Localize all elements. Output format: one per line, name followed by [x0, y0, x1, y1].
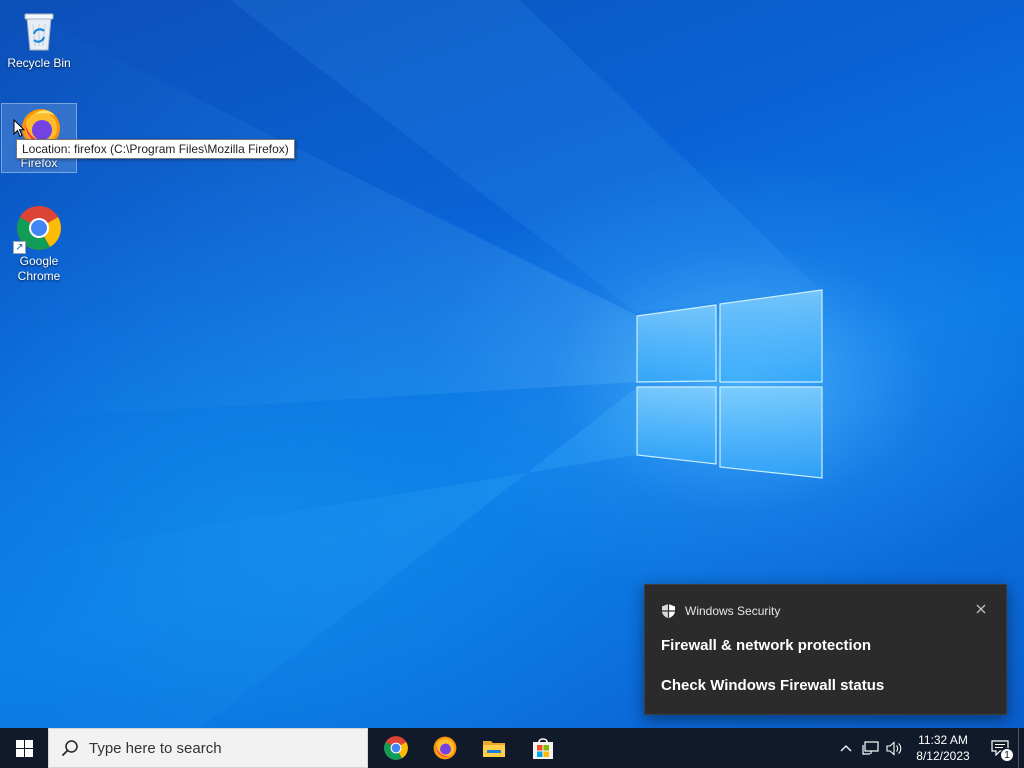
mouse-cursor-icon: [13, 119, 25, 138]
notification-header: Windows Security: [661, 603, 780, 619]
firefox-location-tooltip: Location: firefox (C:\Program Files\Mozi…: [16, 139, 295, 159]
taskbar-store-button[interactable]: [519, 728, 567, 768]
system-tray: 11:32 AM 8/12/2023 1: [834, 728, 1024, 768]
chrome-icon: [384, 736, 408, 760]
desktop-icon-recycle-bin[interactable]: Recycle Bin: [2, 6, 76, 71]
taskbar-search-box[interactable]: Type here to search: [48, 728, 368, 768]
notification-title: Firewall & network protection: [661, 637, 872, 654]
desktop-icon-label: Google Chrome: [17, 254, 61, 283]
taskbar-file-explorer-button[interactable]: [470, 728, 518, 768]
show-desktop-button[interactable]: [1018, 728, 1024, 768]
notification-count-badge: 1: [1000, 748, 1014, 762]
taskbar-pinned-apps: [371, 728, 567, 768]
network-icon: [861, 740, 879, 755]
windows-start-icon: [15, 739, 33, 757]
chrome-icon: ↗: [13, 204, 63, 254]
desktop-icon-label: Recycle Bin: [7, 56, 71, 70]
start-button[interactable]: [0, 728, 48, 768]
recycle-bin-icon: [15, 6, 63, 54]
chevron-up-icon: [840, 745, 852, 752]
shortcut-arrow-icon: ↗: [13, 241, 26, 254]
show-hidden-icons-button[interactable]: [834, 728, 858, 768]
notification-app-name: Windows Security: [685, 604, 781, 618]
shield-icon: [662, 604, 675, 619]
close-icon: [976, 604, 986, 614]
notification-close-button[interactable]: [974, 602, 988, 616]
clock-time: 11:32 AM: [918, 733, 968, 747]
search-placeholder: Type here to search: [89, 739, 222, 757]
windows-security-notification[interactable]: Windows Security Firewall & network prot…: [644, 584, 1007, 715]
taskbar-clock[interactable]: 11:32 AM 8/12/2023: [910, 732, 976, 764]
notification-body: Check Windows Firewall status: [661, 677, 885, 694]
taskbar-firefox-button[interactable]: [421, 728, 469, 768]
desktop-icon-google-chrome[interactable]: ↗ Google Chrome: [2, 204, 76, 284]
desktop-icon-firefox[interactable]: Firefox: [1, 103, 77, 173]
search-icon: [61, 740, 78, 757]
action-center-button[interactable]: 1: [982, 728, 1018, 768]
firefox-icon: [433, 736, 457, 760]
clock-date: 8/12/2023: [916, 749, 970, 763]
network-button[interactable]: [858, 728, 882, 768]
speaker-icon: [885, 740, 901, 756]
taskbar-chrome-button[interactable]: [372, 728, 420, 768]
store-icon: [533, 738, 553, 759]
file-explorer-icon: [483, 741, 505, 757]
volume-button[interactable]: [882, 728, 906, 768]
taskbar: Type here to search 11:32 AM 8/12/2023 1: [0, 728, 1024, 768]
